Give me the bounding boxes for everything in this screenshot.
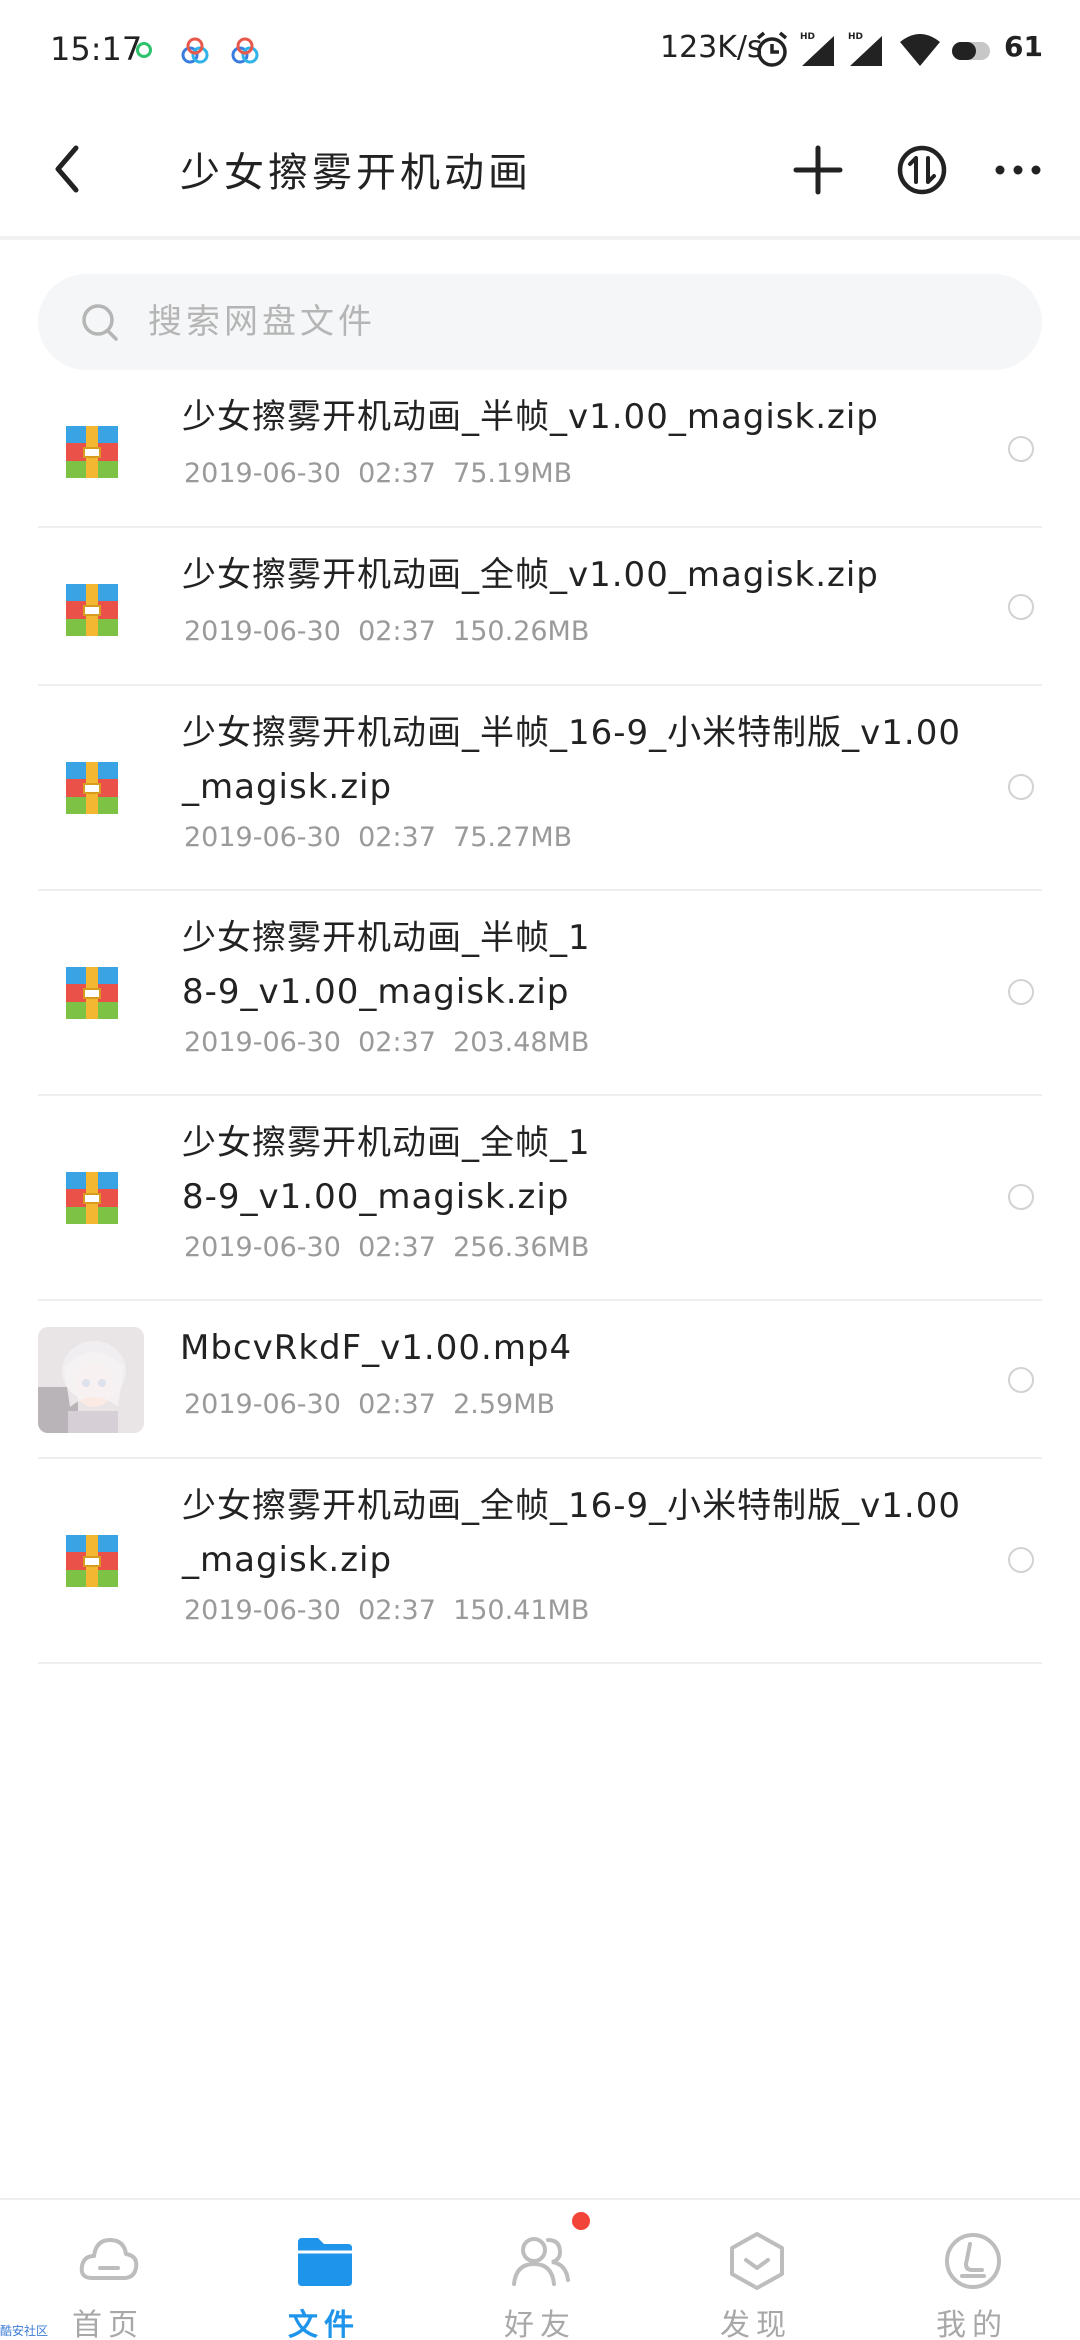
select-radio[interactable] <box>1008 1367 1034 1393</box>
search-input[interactable] <box>148 274 1008 370</box>
nav-label: 我的 <box>936 2308 1008 2340</box>
more-icon[interactable] <box>978 130 1058 210</box>
status-time: 15:17 <box>50 30 143 68</box>
select-radio[interactable] <box>1008 1184 1034 1210</box>
file-list: 少女擦雾开机动画_半帧_v1.00_magisk.zip 2019-06-30 … <box>38 370 1042 1664</box>
select-radio[interactable] <box>1008 594 1034 620</box>
battery-icon <box>952 42 990 60</box>
transfer-icon[interactable] <box>882 130 962 210</box>
alarm-icon <box>756 31 788 67</box>
file-meta: 2019-06-30 02:37 256.36MB <box>184 1232 589 1263</box>
hd-signal-icon: HD <box>848 32 882 66</box>
search-icon <box>82 304 118 341</box>
nav-discover[interactable]: 发现 <box>648 2200 864 2340</box>
file-name: 少女擦雾开机动画_半帧_v1.00_magisk.zip <box>182 397 879 437</box>
select-radio[interactable] <box>1008 1547 1034 1573</box>
file-name: 少女擦雾开机动画_全帧_16-9_小米特制版_v1.00_magisk.zip <box>182 1486 961 1580</box>
nav-home[interactable]: 首页 <box>0 2200 216 2340</box>
network-speed: 123K/s <box>660 30 763 65</box>
file-size: 2.59MB <box>453 1389 556 1420</box>
baidu-netdisk-icon <box>231 37 259 64</box>
file-meta: 2019-06-30 02:37 2.59MB <box>184 1389 555 1420</box>
file-time: 02:37 <box>358 822 436 853</box>
file-size: 150.26MB <box>453 616 590 647</box>
back-arrow-icon[interactable] <box>40 134 100 204</box>
file-size: 150.41MB <box>453 1595 590 1626</box>
discover-icon <box>730 2232 784 2290</box>
file-name: MbcvRkdF_v1.00.mp4 <box>180 1328 573 1368</box>
list-item[interactable]: 少女擦雾开机动画_全帧_16-9_小米特制版_v1.00_magisk.zip … <box>38 1459 1042 1664</box>
file-meta: 2019-06-30 02:37 203.48MB <box>184 1027 589 1058</box>
file-date: 2019-06-30 <box>184 616 341 647</box>
file-time: 02:37 <box>358 458 436 489</box>
notification-badge <box>572 2212 590 2230</box>
list-item[interactable]: 少女擦雾开机动画_全帧_v1.00_magisk.zip 2019-06-30 … <box>38 528 1042 686</box>
file-time: 02:37 <box>358 1389 436 1420</box>
battery-level: 61 <box>1004 30 1043 63</box>
nav-files[interactable]: 文件 <box>216 2200 432 2340</box>
file-name: 少女擦雾开机动画_全帧_18-9_v1.00_magisk.zip <box>182 1123 591 1217</box>
page-title: 少女擦雾开机动画 <box>180 150 532 196</box>
hd-signal-icon: HD <box>800 32 834 66</box>
select-radio[interactable] <box>1008 979 1034 1005</box>
search-bar[interactable] <box>38 274 1042 370</box>
file-time: 02:37 <box>358 616 436 647</box>
profile-icon <box>945 2233 1001 2289</box>
file-date: 2019-06-30 <box>184 1389 341 1420</box>
svg-text:HD: HD <box>848 32 863 42</box>
file-time: 02:37 <box>358 1232 436 1263</box>
file-size: 203.48MB <box>453 1027 590 1058</box>
select-radio[interactable] <box>1008 774 1034 800</box>
zip-file-icon <box>66 1172 118 1224</box>
file-time: 02:37 <box>358 1595 436 1626</box>
zip-file-icon <box>66 426 118 478</box>
nav-friends[interactable]: 好友 <box>432 2200 648 2340</box>
file-date: 2019-06-30 <box>184 1027 341 1058</box>
file-size: 75.19MB <box>453 458 573 489</box>
zip-file-icon <box>66 1535 118 1587</box>
nav-label: 发现 <box>720 2308 792 2340</box>
file-date: 2019-06-30 <box>184 1232 341 1263</box>
file-date: 2019-06-30 <box>184 458 341 489</box>
file-meta: 2019-06-30 02:37 150.26MB <box>184 616 589 647</box>
nav-label: 文件 <box>288 2308 360 2340</box>
wechat-dot-icon <box>136 42 152 58</box>
file-meta: 2019-06-30 02:37 150.41MB <box>184 1595 589 1626</box>
baidu-netdisk-icon <box>181 37 209 64</box>
cloud-home-icon <box>79 2238 139 2280</box>
file-meta: 2019-06-30 02:37 75.19MB <box>184 458 572 489</box>
svg-text:HD: HD <box>800 32 815 42</box>
video-thumbnail <box>38 1327 144 1433</box>
list-item[interactable]: 少女擦雾开机动画_半帧_v1.00_magisk.zip 2019-06-30 … <box>38 370 1042 528</box>
list-item[interactable]: 少女擦雾开机动画_半帧_16-9_小米特制版_v1.00_magisk.zip … <box>38 686 1042 891</box>
wifi-icon <box>900 34 940 66</box>
plus-icon[interactable] <box>778 130 858 210</box>
nav-profile[interactable]: 我的 <box>864 2200 1080 2340</box>
file-name: 少女擦雾开机动画_半帧_18-9_v1.00_magisk.zip <box>182 918 591 1012</box>
select-radio[interactable] <box>1008 436 1034 462</box>
list-item[interactable]: 少女擦雾开机动画_半帧_18-9_v1.00_magisk.zip 2019-0… <box>38 891 1042 1096</box>
file-date: 2019-06-30 <box>184 1595 341 1626</box>
zip-file-icon <box>66 584 118 636</box>
status-bar: 15:17 123K/s HD HD 61 <box>0 0 1080 100</box>
file-name: 少女擦雾开机动画_半帧_16-9_小米特制版_v1.00_magisk.zip <box>182 713 961 807</box>
friends-icon <box>512 2237 570 2286</box>
file-time: 02:37 <box>358 1027 436 1058</box>
file-size: 256.36MB <box>453 1232 590 1263</box>
zip-file-icon <box>66 967 118 1019</box>
file-size: 75.27MB <box>453 822 573 853</box>
bottom-nav: 首页 文件 好友 发现 我的 <box>0 2198 1080 2340</box>
list-item[interactable]: MbcvRkdF_v1.00.mp4 2019-06-30 02:37 2.59… <box>38 1301 1042 1459</box>
file-meta: 2019-06-30 02:37 75.27MB <box>184 822 572 853</box>
nav-label: 好友 <box>504 2308 576 2340</box>
folder-icon <box>298 2238 352 2286</box>
file-name: 少女擦雾开机动画_全帧_v1.00_magisk.zip <box>182 555 879 595</box>
list-item[interactable]: 少女擦雾开机动画_全帧_18-9_v1.00_magisk.zip 2019-0… <box>38 1096 1042 1301</box>
watermark: 酷安社区 <box>0 2324 49 2338</box>
header: 少女擦雾开机动画 <box>0 100 1080 240</box>
zip-file-icon <box>66 762 118 814</box>
file-date: 2019-06-30 <box>184 822 341 853</box>
